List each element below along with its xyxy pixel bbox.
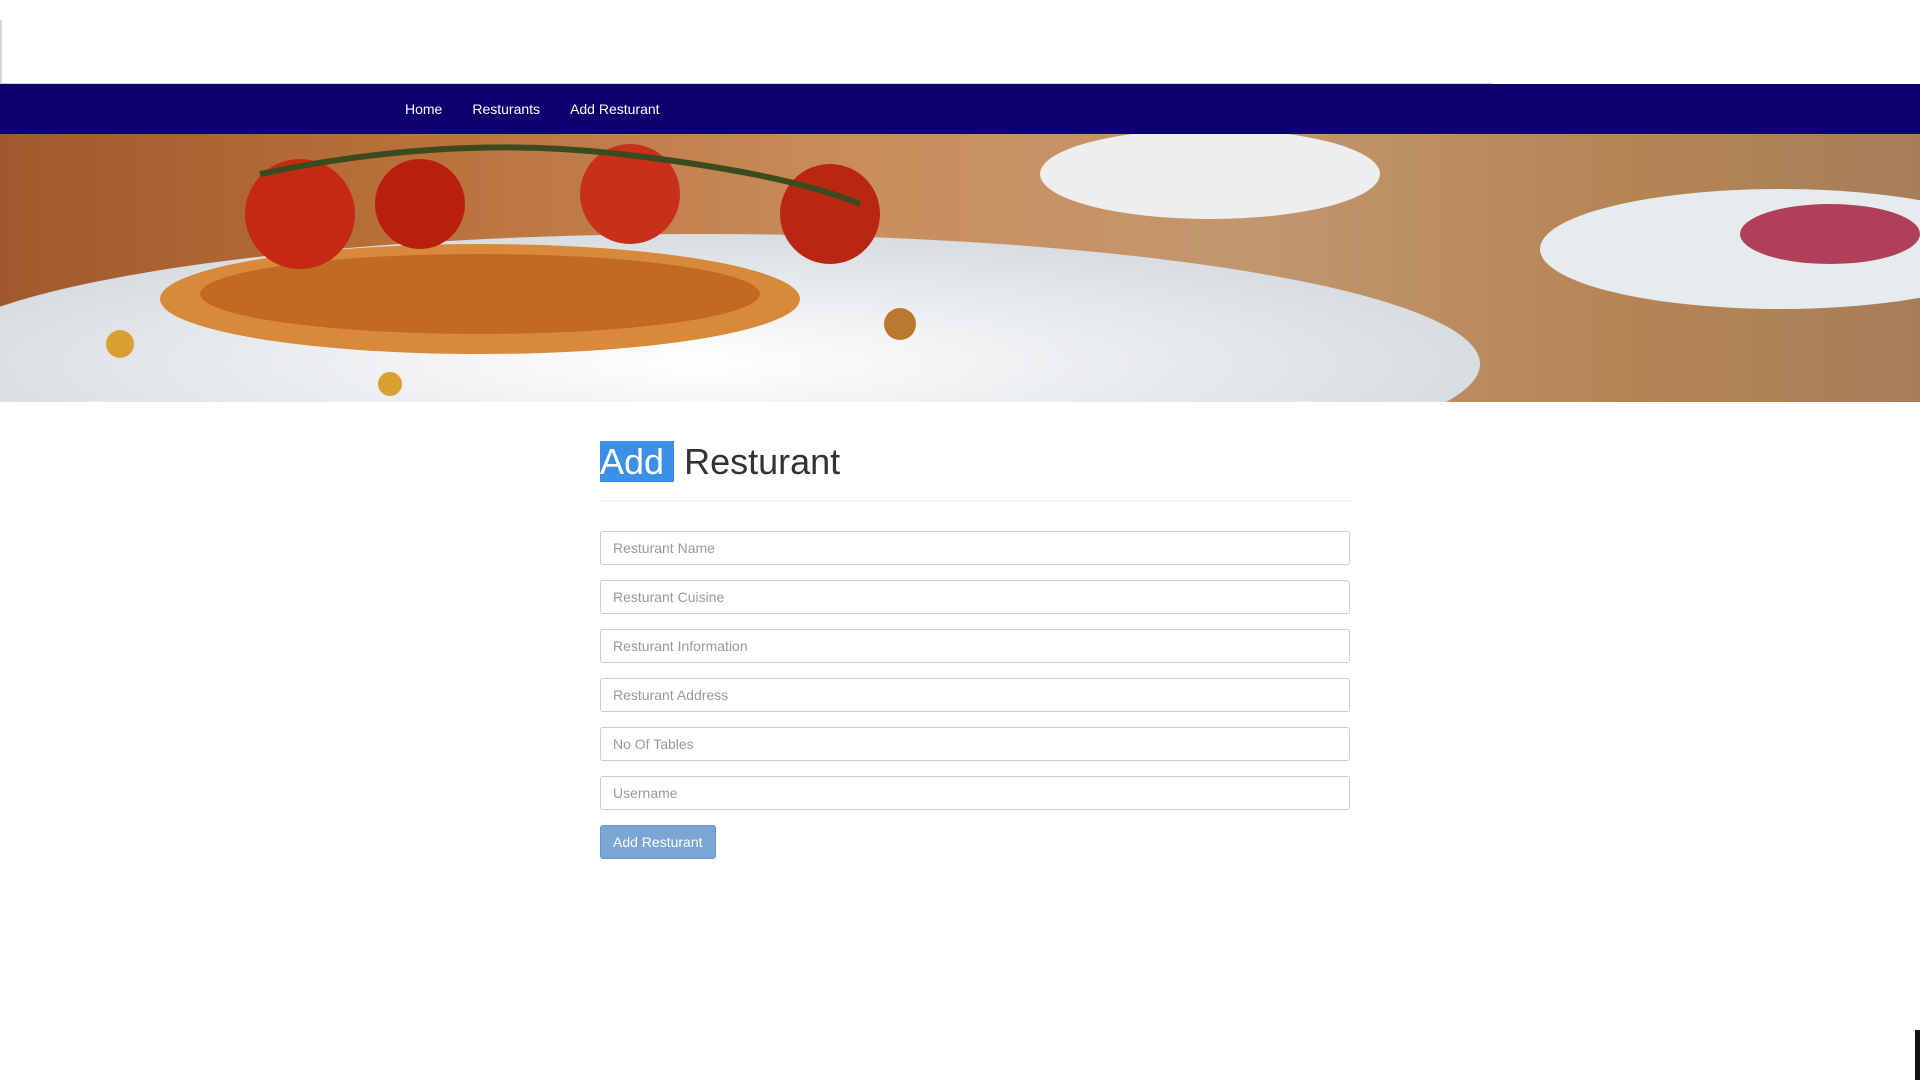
username-input[interactable] <box>600 776 1350 810</box>
top-frame <box>0 20 1492 85</box>
tomato-shape <box>375 159 465 249</box>
sauce-drop <box>378 372 402 396</box>
resturant-address-input[interactable] <box>600 678 1350 712</box>
nav-link-home[interactable]: Home <box>405 101 442 117</box>
hero-banner <box>0 134 1920 402</box>
nav-links: Home Resturants Add Resturant <box>405 84 690 134</box>
resturant-name-input[interactable] <box>600 531 1350 565</box>
page-title: Add Resturant <box>600 440 1350 484</box>
salad-shape <box>1740 204 1920 264</box>
nav-link-add-resturant[interactable]: Add Resturant <box>570 101 660 117</box>
page-title-rest: Resturant <box>684 441 841 482</box>
add-resturant-button[interactable]: Add Resturant <box>600 825 716 859</box>
page-title-highlight: Add <box>600 441 675 482</box>
food-banner-image <box>0 134 1920 402</box>
sauce-drop <box>884 308 916 340</box>
no-of-tables-input[interactable] <box>600 727 1350 761</box>
main-content: Add Resturant Add Resturant <box>600 440 1350 859</box>
navbar: Home Resturants Add Resturant <box>0 84 1920 134</box>
divider <box>600 500 1350 501</box>
nav-link-resturants[interactable]: Resturants <box>472 101 540 117</box>
top-bar <box>0 0 1920 85</box>
resturant-information-input[interactable] <box>600 629 1350 663</box>
sauce-drop <box>106 330 134 358</box>
resturant-cuisine-input[interactable] <box>600 580 1350 614</box>
add-resturant-form: Add Resturant <box>600 531 1350 859</box>
tomato-shape <box>780 164 880 264</box>
scrollbar-stub[interactable] <box>1915 1030 1920 1080</box>
